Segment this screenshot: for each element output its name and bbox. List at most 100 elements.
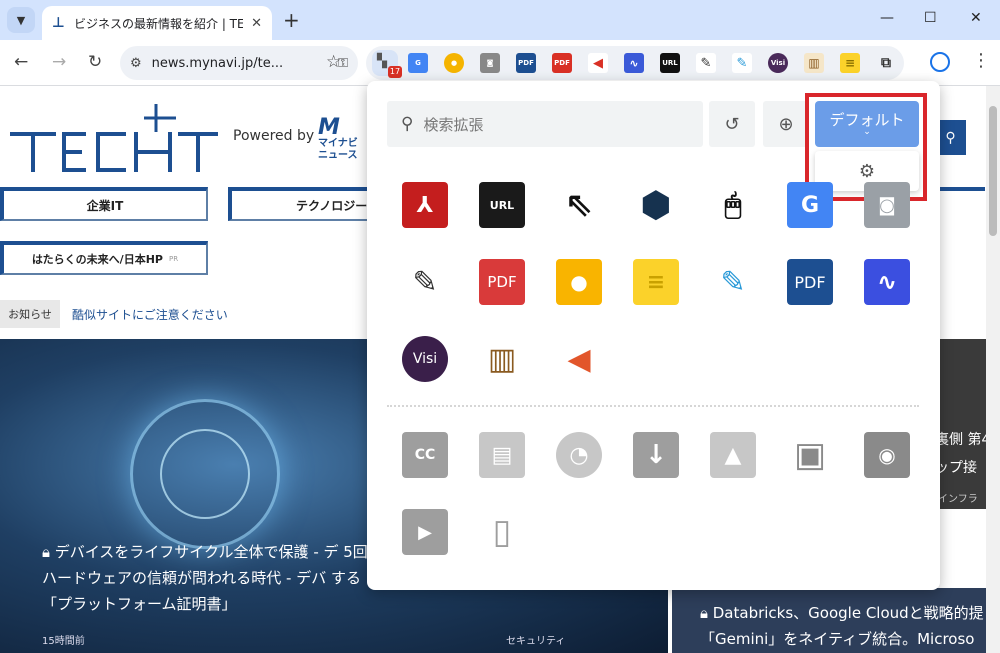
hero-category: セキュリティ [506,636,566,647]
frame-icon[interactable]: ▣ [787,432,833,478]
hero-image-ring-inner [160,429,250,519]
reload-icon[interactable]: ↻ [88,52,102,72]
scroll-thumb[interactable] [989,106,997,236]
closed-caption-icon[interactable]: CC [402,432,448,478]
idea-bulb-icon[interactable]: ● [556,259,602,305]
highlighter-dark-icon[interactable]: ✎ [402,259,448,305]
minimize-icon[interactable]: — [880,10,894,26]
browser-toolbar: ← → ↻ ⚙ news.mynavi.jp/te... ⚿ ☆ ▚ 17 G … [0,40,1000,86]
cc-text: CC [414,447,436,463]
tab-title: ビジネスの最新情報を紹介 | TECH+ [74,16,244,31]
hero-title-text: デバイスをライフサイクル全体で保護 - デ 5回 ハードウェアの信頼が問われる時… [42,543,368,613]
circle-c-icon[interactable]: ◔ [556,432,602,478]
extension-count-badge: 17 [388,66,402,78]
google-translate-ext-icon[interactable]: G [408,53,428,73]
google-translate-icon[interactable]: G [787,182,833,228]
book-ext-icon[interactable]: ▥ [804,53,824,73]
hero-time: 15時間前 [42,636,85,647]
hero-title: 🔒︎ デバイスをライフサイクル全体で保護 - デ 5回 ハードウェアの信頼が問わ… [42,539,372,617]
notice-label: お知らせ [0,300,60,328]
megaphone-ext-icon[interactable]: ◀ [588,53,608,73]
pr-label: PR [168,255,179,263]
tab-search-button[interactable]: ▼ [7,7,35,33]
idea-bulb-ext-icon[interactable]: ● [444,53,464,73]
enabled-disabled-divider [387,405,919,407]
nav-label: テクノロジー [296,198,368,213]
plus-circle-icon: ⊕ [778,113,794,135]
tablet-phone-icon[interactable]: ▯ [479,509,525,555]
mynavi-news-logo[interactable]: M マイナビ ニュース [318,115,358,162]
audio-wave-ext-icon[interactable]: ∿ [624,53,644,73]
visi-ext-icon[interactable]: Visi [768,53,788,73]
extension-search-field[interactable]: ⚲ 検索拡張 [387,101,703,147]
puzzle-icon[interactable]: ⧉ [876,53,896,73]
back-arrow-icon[interactable]: ← [14,52,28,72]
bookmark-star-icon[interactable]: ☆ [326,52,341,72]
megaphone-icon[interactable]: ◀ [556,336,602,382]
menu-kebab-icon[interactable]: ⋮ [972,50,990,71]
reset-button[interactable]: ↺ [709,101,755,147]
article-card-title: 🔒︎ Databricks、Google Cloudと戦略的提 「Gemini」… [700,600,1000,652]
tech-plus-logo[interactable] [8,104,218,174]
close-window-icon[interactable]: ✕ [970,10,982,26]
extension-manager-button[interactable]: ▚ 17 [372,50,402,78]
url-text: news.mynavi.jp/te... [151,55,284,71]
phone-camera-icon[interactable]: ◉ [864,432,910,478]
address-bar[interactable]: ⚙ news.mynavi.jp/te... ⚿ [120,46,358,80]
pdf-red-icon[interactable]: PDF [479,259,525,305]
visi-icon[interactable]: Visi [402,336,448,382]
tab-close-icon[interactable]: ✕ [251,16,262,31]
side-article-title: 裏側 第4 ップ接 [935,426,990,482]
side-title-line: ップ接 [935,460,977,476]
url-ext-icon[interactable]: URL [660,53,680,73]
camera-icon[interactable]: ◙ [864,182,910,228]
add-group-button[interactable]: ⊕ [763,101,809,147]
adobe-acrobat-icon[interactable]: ⅄ [402,182,448,228]
pdf-blue-icon[interactable]: PDF [787,259,833,305]
page-scrollbar[interactable] [986,86,1000,653]
mynavi-mark-icon: M [318,115,340,140]
highlighter-blue-icon[interactable]: ✎ [710,259,756,305]
lock-icon: 🔒︎ [42,543,55,561]
cursor-icon[interactable]: ⇖ [556,182,602,228]
new-tab-button[interactable]: + [283,8,300,32]
audio-wave-icon[interactable]: ∿ [864,259,910,305]
highlighter-dark-ext-icon[interactable]: ✎ [696,53,716,73]
sticky-note-ext-icon[interactable]: ≡ [840,53,860,73]
nav-item-enterprise-it[interactable]: 企業IT [0,187,208,221]
chevron-down-icon: ▼ [16,13,26,27]
nav-underline [938,187,985,191]
camera-ext-icon[interactable]: ◙ [480,53,500,73]
tech-favicon-icon: ⊥ [52,15,65,31]
lock-icon: 🔒︎ [700,604,713,622]
sticky-note-icon[interactable]: ≡ [633,259,679,305]
grid-icon: ▚ [377,54,387,69]
nav-label: はたらくの未来へ/日本HP [31,253,163,266]
side-article-category: インフラ [938,494,978,505]
book-reader-icon[interactable]: ▥ [479,336,525,382]
active-tab[interactable]: ⊥ ビジネスの最新情報を紹介 | TECH+ ✕ [42,6,272,40]
share-hexagon-icon[interactable]: ⬢ [633,182,679,228]
mouse-gesture-icon[interactable]: 🖱︎ [710,182,756,228]
site-settings-icon[interactable]: ⚙ [130,56,142,71]
pdf-blue-ext-icon[interactable]: PDF [516,53,536,73]
url-shortener-icon[interactable]: URL [479,182,525,228]
nav-item-technology[interactable]: テクノロジー [228,187,378,221]
search-placeholder: 検索拡張 [423,115,484,134]
url-text: URL [489,198,515,212]
pdf-text: PDF [794,272,826,292]
nav-label: 企業IT [86,198,124,213]
maximize-icon[interactable]: ☐ [924,10,937,26]
side-title-line: 裏側 第4 [935,432,991,448]
nav-item-hp[interactable]: はたらくの未来へ/日本HP PR [0,241,208,275]
image-icon[interactable]: ▲ [710,432,756,478]
extensions-toolbar: ▚ 17 G ● ◙ PDF PDF ◀ ∿ URL ✎ ✎ Visi ▥ ≡ … [366,46,904,80]
forward-arrow-icon[interactable]: → [52,52,66,72]
video-folder-icon[interactable]: ▶ [402,509,448,555]
profile-avatar-icon[interactable] [930,52,950,72]
download-icon[interactable]: ↓ [633,432,679,478]
highlighter-blue-ext-icon[interactable]: ✎ [732,53,752,73]
pdf-red-ext-icon[interactable]: PDF [552,53,572,73]
notice-link[interactable]: 酷似サイトにご注意ください [72,306,228,323]
subtitles-icon[interactable]: ▤ [479,432,525,478]
